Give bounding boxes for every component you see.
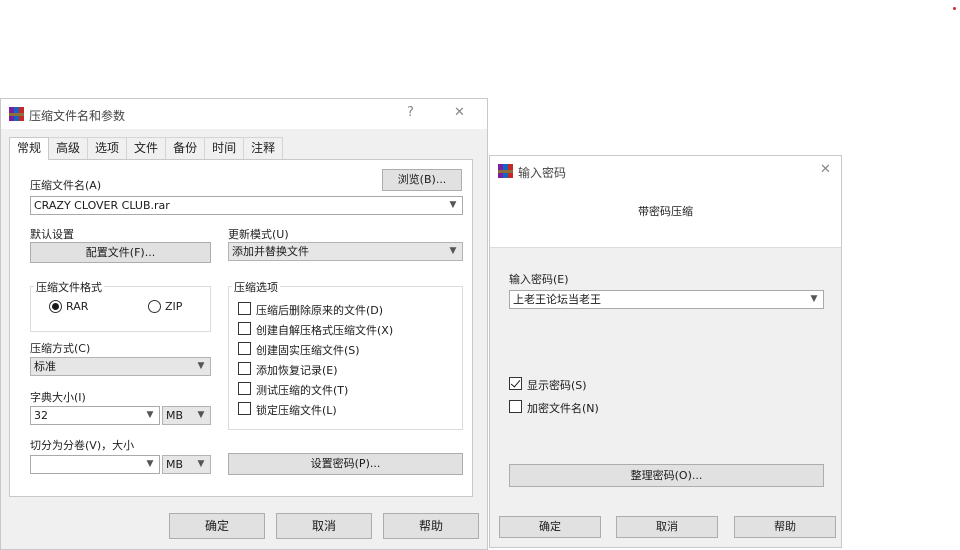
archive-name-label: 压缩文件名(A) — [30, 179, 102, 192]
tab-strip: 常规 高级 选项 文件 备份 时间 注释 — [9, 137, 284, 160]
password-heading: 带密码压缩 — [638, 205, 693, 218]
option-label: 创建固实压缩文件(S) — [256, 344, 360, 357]
method-value: 标准 — [34, 360, 56, 373]
general-panel: 压缩文件名(A) 浏览(B)... CRAZY CLOVER CLUB.rar … — [9, 159, 473, 497]
red-dot — [953, 7, 956, 10]
dict-unit-value: MB — [166, 409, 184, 422]
method-combo[interactable]: 标准 ▼ — [30, 357, 211, 376]
default-settings-label: 默认设置 — [30, 228, 74, 241]
update-mode-value: 添加并替换文件 — [232, 245, 309, 258]
option-label: 压缩后删除原来的文件(D) — [256, 304, 384, 317]
password-input-label: 输入密码(E) — [509, 273, 569, 286]
set-password-button[interactable]: 设置密码(P)... — [228, 453, 463, 475]
dict-label: 字典大小(I) — [30, 391, 86, 404]
format-zip-label: ZIP — [165, 300, 183, 313]
encrypt-names-checkbox[interactable] — [509, 400, 522, 413]
password-value: 上老王论坛当老王 — [513, 293, 601, 306]
compress-dialog: 压缩文件名和参数 ? ✕ 常规 高级 选项 文件 备份 时间 注释 压缩文件名(… — [0, 98, 488, 550]
format-group-title: 压缩文件格式 — [34, 279, 104, 295]
password-ok-button[interactable]: 确定 — [499, 516, 601, 538]
chevron-down-icon[interactable]: ▼ — [196, 458, 206, 470]
format-rar-radio[interactable] — [49, 300, 62, 313]
close-icon[interactable]: ✕ — [820, 161, 831, 179]
option-checkbox[interactable] — [238, 342, 251, 355]
dict-unit-combo[interactable]: MB ▼ — [162, 406, 211, 425]
archive-name-combo[interactable]: CRAZY CLOVER CLUB.rar ▼ — [30, 196, 463, 215]
option-checkbox[interactable] — [238, 322, 251, 335]
dict-combo[interactable]: 32 ▼ — [30, 406, 160, 425]
organize-passwords-button[interactable]: 整理密码(O)... — [509, 464, 824, 487]
browse-button[interactable]: 浏览(B)... — [382, 169, 462, 191]
option-checkbox[interactable] — [238, 362, 251, 375]
tab-comment[interactable]: 注释 — [243, 137, 284, 159]
password-dialog-titlebar: 输入密码 ✕ — [490, 156, 841, 186]
password-dialog: 输入密码 ✕ 带密码压缩 输入密码(E) 上老王论坛当老王 ▼ 显示密码(S) … — [489, 155, 842, 548]
tab-backup[interactable]: 备份 — [165, 137, 206, 159]
update-mode-combo[interactable]: 添加并替换文件 ▼ — [228, 242, 463, 261]
password-dialog-title: 输入密码 — [518, 166, 567, 180]
winrar-books-icon — [498, 164, 513, 178]
option-label: 添加恢复记录(E) — [256, 364, 338, 377]
show-password-label: 显示密码(S) — [527, 379, 587, 392]
tab-general[interactable]: 常规 — [9, 137, 50, 160]
cancel-button[interactable]: 取消 — [276, 513, 372, 539]
options-group-title: 压缩选项 — [232, 279, 280, 295]
ok-button[interactable]: 确定 — [169, 513, 265, 539]
tab-files[interactable]: 文件 — [126, 137, 167, 159]
help-icon[interactable]: ? — [407, 104, 414, 122]
chevron-down-icon[interactable]: ▼ — [809, 293, 819, 305]
password-cancel-button[interactable]: 取消 — [616, 516, 718, 538]
method-label: 压缩方式(C) — [30, 342, 91, 355]
option-label: 创建自解压格式压缩文件(X) — [256, 324, 394, 337]
archive-name-value: CRAZY CLOVER CLUB.rar — [34, 199, 170, 212]
close-icon[interactable]: ✕ — [454, 104, 465, 122]
show-password-checkbox[interactable] — [509, 377, 522, 390]
tab-time[interactable]: 时间 — [204, 137, 245, 159]
compress-dialog-title: 压缩文件名和参数 — [29, 109, 126, 123]
chevron-down-icon[interactable]: ▼ — [145, 458, 155, 470]
option-checkbox[interactable] — [238, 402, 251, 415]
tab-advanced[interactable]: 高级 — [48, 137, 89, 159]
tab-options[interactable]: 选项 — [87, 137, 128, 159]
password-help-button[interactable]: 帮助 — [734, 516, 836, 538]
chevron-down-icon[interactable]: ▼ — [196, 409, 206, 421]
help-button[interactable]: 帮助 — [383, 513, 479, 539]
split-unit-value: MB — [166, 458, 184, 471]
encrypt-names-label: 加密文件名(N) — [527, 402, 599, 415]
password-header-area: 带密码压缩 — [490, 186, 841, 248]
dict-value: 32 — [34, 409, 48, 422]
format-rar-label: RAR — [66, 300, 89, 313]
chevron-down-icon[interactable]: ▼ — [196, 360, 206, 372]
option-checkbox[interactable] — [238, 382, 251, 395]
update-mode-label: 更新模式(U) — [228, 228, 289, 241]
password-input[interactable]: 上老王论坛当老王 ▼ — [509, 290, 824, 309]
chevron-down-icon[interactable]: ▼ — [145, 409, 155, 421]
split-size-combo[interactable]: ▼ — [30, 455, 160, 474]
compress-dialog-titlebar: 压缩文件名和参数 ? ✕ — [1, 99, 487, 129]
profiles-button[interactable]: 配置文件(F)... — [30, 242, 211, 263]
chevron-down-icon[interactable]: ▼ — [448, 245, 458, 257]
winrar-books-icon — [9, 107, 24, 121]
split-label: 切分为分卷(V)，大小 — [30, 439, 135, 452]
split-unit-combo[interactable]: MB ▼ — [162, 455, 211, 474]
option-label: 测试压缩的文件(T) — [256, 384, 349, 397]
option-label: 锁定压缩文件(L) — [256, 404, 337, 417]
option-checkbox[interactable] — [238, 302, 251, 315]
format-zip-radio[interactable] — [148, 300, 161, 313]
chevron-down-icon[interactable]: ▼ — [448, 199, 458, 211]
